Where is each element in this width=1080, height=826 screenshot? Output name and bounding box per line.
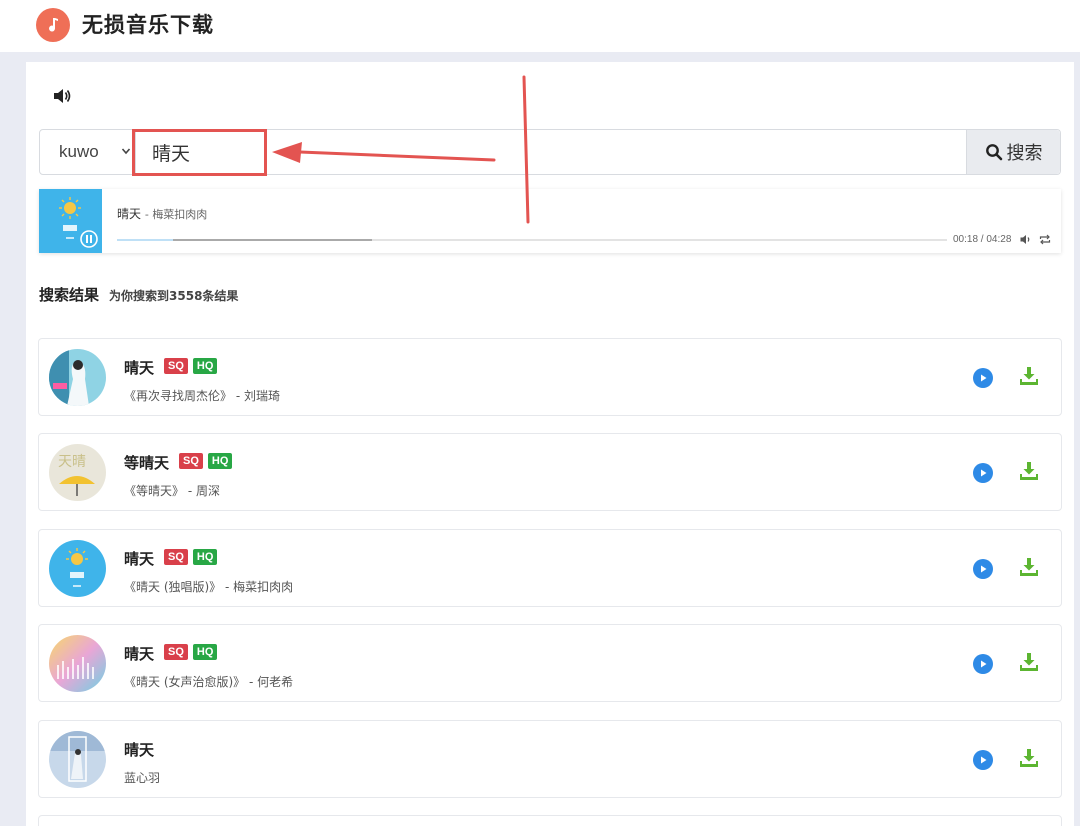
source-select-value: kuwo bbox=[59, 142, 99, 161]
song-title: 晴天 bbox=[124, 741, 155, 759]
sq-badge: SQ bbox=[164, 358, 188, 374]
player-time: 00:18 / 04:28 bbox=[953, 234, 1012, 245]
result-item[interactable]: 晴天 蓝心羽 bbox=[38, 720, 1062, 798]
player-title: 晴天 bbox=[117, 207, 142, 221]
quality-badges: SQ HQ bbox=[179, 453, 233, 469]
hq-badge: HQ bbox=[192, 549, 218, 565]
hq-badge: HQ bbox=[207, 453, 233, 469]
album-cover bbox=[49, 349, 106, 406]
player-artist: 梅菜扣肉肉 bbox=[152, 208, 208, 221]
search-input[interactable] bbox=[136, 130, 966, 174]
music-note-icon bbox=[36, 8, 70, 42]
app-title: 无损音乐下载 bbox=[82, 13, 214, 37]
player-cover[interactable] bbox=[39, 189, 102, 253]
song-subtitle: 蓝心羽 bbox=[124, 771, 161, 785]
progress-fill bbox=[117, 239, 173, 241]
results-title: 搜索结果 bbox=[39, 286, 100, 304]
search-icon bbox=[985, 144, 1002, 161]
sq-badge: SQ bbox=[179, 453, 203, 469]
sq-badge: SQ bbox=[164, 644, 188, 660]
result-item[interactable]: 天晴 等晴天 SQ HQ 《等晴天》 - 周深 bbox=[38, 433, 1062, 511]
play-icon bbox=[981, 374, 987, 382]
song-title: 晴天 bbox=[124, 550, 155, 568]
chevron-down-icon bbox=[121, 148, 131, 155]
download-icon[interactable] bbox=[1019, 652, 1039, 672]
results-header: 搜索结果 为你搜索到3558条结果 bbox=[39, 284, 238, 305]
svg-text:天晴: 天晴 bbox=[58, 454, 86, 470]
album-cover: 天晴 bbox=[49, 444, 106, 501]
play-button[interactable] bbox=[973, 654, 993, 674]
volume-icon[interactable] bbox=[1020, 234, 1032, 245]
search-bar: kuwo 搜索 bbox=[39, 129, 1061, 175]
album-cover bbox=[49, 635, 106, 692]
app-header: 无损音乐下载 bbox=[0, 0, 1080, 52]
song-title: 等晴天 bbox=[124, 454, 170, 472]
play-icon bbox=[981, 469, 987, 477]
result-item[interactable]: 晴天 SQ HQ 《晴天 (女声治愈版)》 - 何老希 bbox=[38, 624, 1062, 702]
search-button-label: 搜索 bbox=[1006, 143, 1043, 164]
song-subtitle: 《晴天 (女声治愈版)》 - 何老希 bbox=[124, 675, 294, 689]
download-icon[interactable] bbox=[1019, 366, 1039, 386]
play-icon bbox=[981, 660, 987, 668]
play-button[interactable] bbox=[973, 750, 993, 770]
speaker-icon[interactable] bbox=[53, 87, 73, 105]
quality-badges: SQ HQ bbox=[164, 549, 218, 565]
progress-bar[interactable] bbox=[117, 239, 947, 241]
song-title: 晴天 bbox=[124, 359, 155, 377]
album-cover bbox=[49, 731, 106, 788]
hq-badge: HQ bbox=[192, 358, 218, 374]
song-subtitle: 《再次寻找周杰伦》 - 刘瑞琦 bbox=[124, 389, 280, 403]
loop-icon[interactable] bbox=[1039, 234, 1051, 245]
download-icon[interactable] bbox=[1019, 557, 1039, 577]
quality-badges: SQ HQ bbox=[164, 358, 218, 374]
source-select[interactable]: kuwo bbox=[40, 130, 136, 174]
play-button[interactable] bbox=[973, 463, 993, 483]
results-count: 为你搜索到3558条结果 bbox=[109, 289, 239, 303]
song-subtitle: 《晴天 (独唱版)》 - 梅菜扣肉肉 bbox=[124, 580, 294, 594]
play-icon bbox=[981, 756, 987, 764]
result-item[interactable] bbox=[38, 815, 1062, 826]
audio-player: 晴天 - 梅菜扣肉肉 00:18 / 04:28 bbox=[39, 189, 1061, 253]
play-button[interactable] bbox=[973, 559, 993, 579]
hq-badge: HQ bbox=[192, 644, 218, 660]
player-track-info: 晴天 - 梅菜扣肉肉 bbox=[117, 207, 208, 221]
download-icon[interactable] bbox=[1019, 461, 1039, 481]
play-icon bbox=[981, 565, 987, 573]
play-button[interactable] bbox=[973, 368, 993, 388]
download-icon[interactable] bbox=[1019, 748, 1039, 768]
song-subtitle: 《等晴天》 - 周深 bbox=[124, 484, 220, 498]
album-cover bbox=[49, 540, 106, 597]
result-item[interactable]: 晴天 SQ HQ 《晴天 (独唱版)》 - 梅菜扣肉肉 bbox=[38, 529, 1062, 607]
sq-badge: SQ bbox=[164, 549, 188, 565]
search-button[interactable]: 搜索 bbox=[966, 130, 1060, 174]
quality-badges: SQ HQ bbox=[164, 644, 218, 660]
song-title: 晴天 bbox=[124, 645, 155, 663]
result-item[interactable]: 晴天 SQ HQ 《再次寻找周杰伦》 - 刘瑞琦 bbox=[38, 338, 1062, 416]
